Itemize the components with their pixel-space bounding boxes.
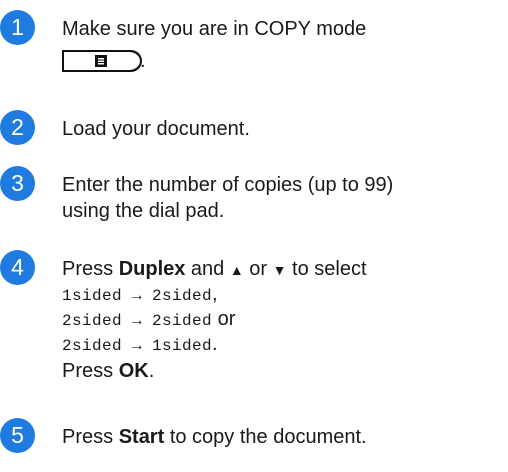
step-text: Press Start to copy the document. (62, 426, 367, 448)
copy-document-icon (95, 55, 107, 67)
duplex-key-label: Duplex (118, 258, 186, 280)
step-number-badge: 2 (0, 110, 35, 145)
step-text: Enter the number of copies (up to 99) us… (62, 174, 394, 222)
up-arrow-icon: ▲ (229, 262, 244, 278)
option-3: 2sided → 1sided. (62, 333, 218, 355)
step-number-badge: 4 (0, 250, 35, 285)
step-number-badge: 1 (0, 10, 35, 45)
down-arrow-icon: ▼ (272, 262, 287, 278)
option-1: 1sided → 2sided, (62, 283, 218, 305)
step-text: Make sure you are in COPY mode . (62, 18, 367, 72)
copy-mode-key (62, 50, 142, 72)
start-key-label: Start (118, 426, 165, 448)
step-text: Load your document. (62, 118, 250, 140)
step-text: Press Duplex and ▲ or ▼ to select 1sided… (62, 258, 367, 382)
step-number-badge: 3 (0, 166, 35, 201)
step-number-badge: 5 (0, 418, 35, 453)
option-2: 2sided → 2sided or (62, 308, 236, 330)
ok-key-label: OK (118, 360, 149, 382)
